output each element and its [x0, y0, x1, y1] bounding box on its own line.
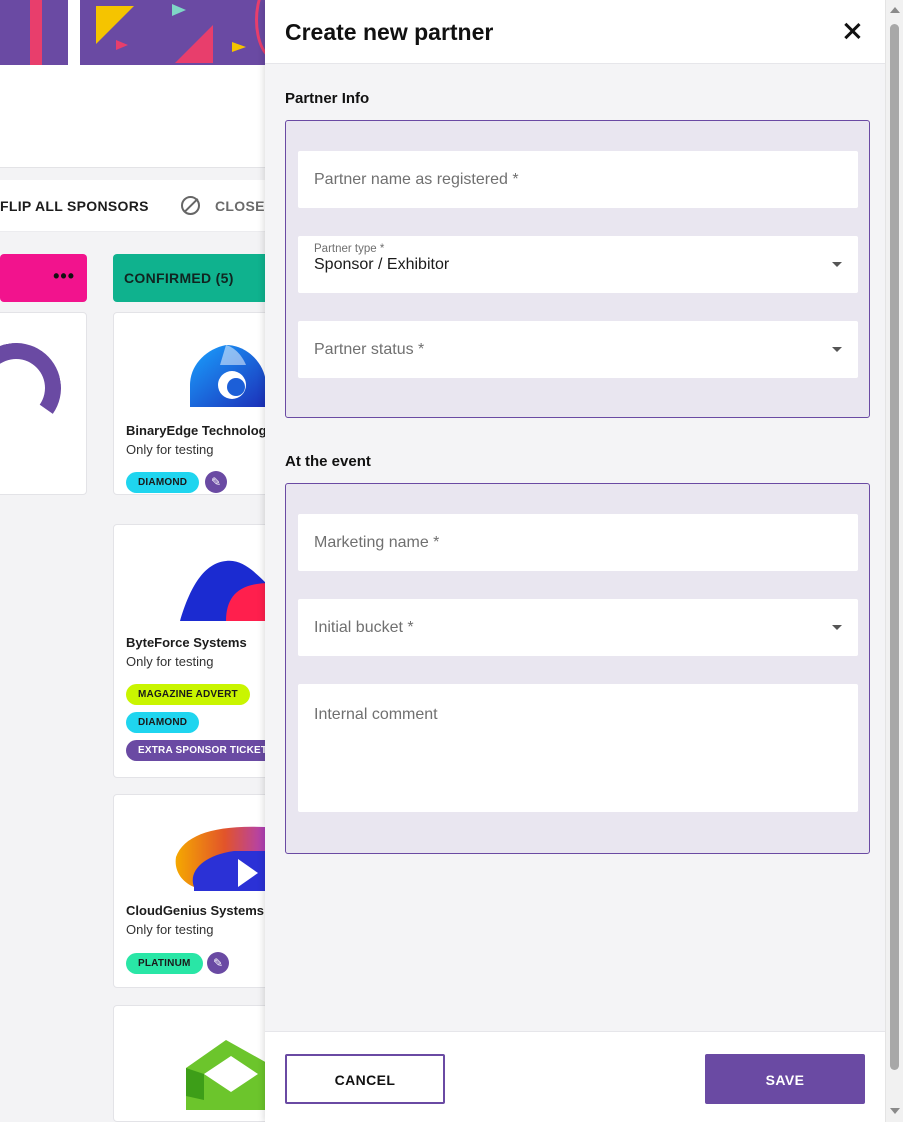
partner-type-value: Sponsor / Exhibitor: [314, 256, 450, 273]
partner-name-placeholder: Partner name as registered *: [314, 171, 519, 188]
flip-all-sponsors-button[interactable]: FLIP ALL SPONSORS: [0, 198, 149, 214]
tag-chip: EXTRA SPONSOR TICKET: [126, 740, 280, 761]
internal-comment-placeholder: Internal comment: [314, 706, 438, 723]
marketing-name-field[interactable]: Marketing name *: [298, 514, 858, 571]
save-button[interactable]: SAVE: [705, 1054, 865, 1104]
drawer-scrollbar[interactable]: [885, 0, 903, 1122]
partner-card[interactable]: ByteForce Systems Only for testing MAGAZ…: [113, 524, 283, 778]
more-dots-icon[interactable]: •••: [53, 266, 75, 287]
partner-name-field[interactable]: Partner name as registered *: [298, 151, 858, 208]
scroll-up-arrow-icon[interactable]: [890, 7, 900, 13]
column-header-confirmed: CONFIRMED (5): [113, 254, 273, 302]
cancel-button[interactable]: CANCEL: [285, 1054, 445, 1104]
partner-subtitle: Only for testing: [126, 654, 214, 669]
tag-chip: MAGAZINE ADVERT: [126, 684, 250, 705]
chevron-down-icon: [832, 262, 842, 267]
event-banner: [0, 0, 265, 65]
drawer-title: Create new partner: [285, 19, 494, 45]
section-title-partner-info: Partner Info: [285, 90, 370, 107]
partner-logo: [186, 1040, 276, 1110]
column-header-left: •••: [0, 254, 87, 302]
partner-name: ByteForce Systems: [126, 635, 247, 650]
partner-type-label: Partner type *: [314, 243, 385, 255]
block-icon[interactable]: [181, 196, 200, 215]
pencil-edit-icon[interactable]: ✎: [205, 471, 227, 493]
binaryedge-logo: [190, 345, 266, 407]
marketing-name-placeholder: Marketing name *: [314, 534, 440, 551]
partner-status-select[interactable]: Partner status *: [298, 321, 858, 378]
tag-chip: PLATINUM: [126, 953, 203, 974]
drawer-header: Create new partner: [265, 0, 885, 64]
cloudgenius-logo: [175, 826, 274, 891]
partner-type-select[interactable]: Partner type * Sponsor / Exhibitor: [298, 236, 858, 293]
drawer-footer: CANCEL SAVE: [265, 1031, 885, 1122]
at-the-event-panel: Marketing name * Initial bucket * Intern…: [285, 483, 870, 854]
partner-name: BinaryEdge Technologies: [126, 423, 283, 438]
internal-comment-textarea[interactable]: Internal comment: [298, 684, 858, 812]
partner-card[interactable]: CloudGenius Systems Only for testing PLA…: [113, 794, 283, 988]
partner-subtitle: Only for testing: [126, 922, 214, 937]
chevron-down-icon: [832, 625, 842, 630]
partner-card[interactable]: [113, 1005, 283, 1122]
pencil-edit-icon[interactable]: ✎: [207, 952, 229, 974]
initial-bucket-select[interactable]: Initial bucket *: [298, 599, 858, 656]
initial-bucket-placeholder: Initial bucket *: [314, 619, 414, 636]
partner-status-placeholder: Partner status *: [314, 341, 425, 358]
partner-info-panel: Partner name as registered * Partner typ…: [285, 120, 870, 418]
column-title: CONFIRMED (5): [124, 270, 234, 286]
scroll-down-arrow-icon[interactable]: [890, 1108, 900, 1114]
partner-name: CloudGenius Systems: [126, 903, 264, 918]
create-partner-drawer: Create new partner Partner Info Partner …: [265, 0, 903, 1122]
left-column-card[interactable]: [0, 312, 87, 495]
section-title-at-the-event: At the event: [285, 453, 371, 470]
chevron-down-icon: [832, 347, 842, 352]
partner-card[interactable]: BinaryEdge Technologies Only for testing…: [113, 312, 283, 495]
partner-subtitle: Only for testing: [126, 442, 214, 457]
board-toolbar: FLIP ALL SPONSORS CLOSED: [0, 180, 275, 232]
partner-logo: [0, 335, 69, 441]
board-header-area: [0, 65, 265, 168]
byteforce-logo: [180, 560, 270, 621]
tag-chip: DIAMOND: [126, 472, 200, 493]
tag-chip: DIAMOND: [126, 712, 200, 733]
close-icon[interactable]: [841, 20, 863, 42]
scrollbar-thumb[interactable]: [890, 24, 899, 1070]
